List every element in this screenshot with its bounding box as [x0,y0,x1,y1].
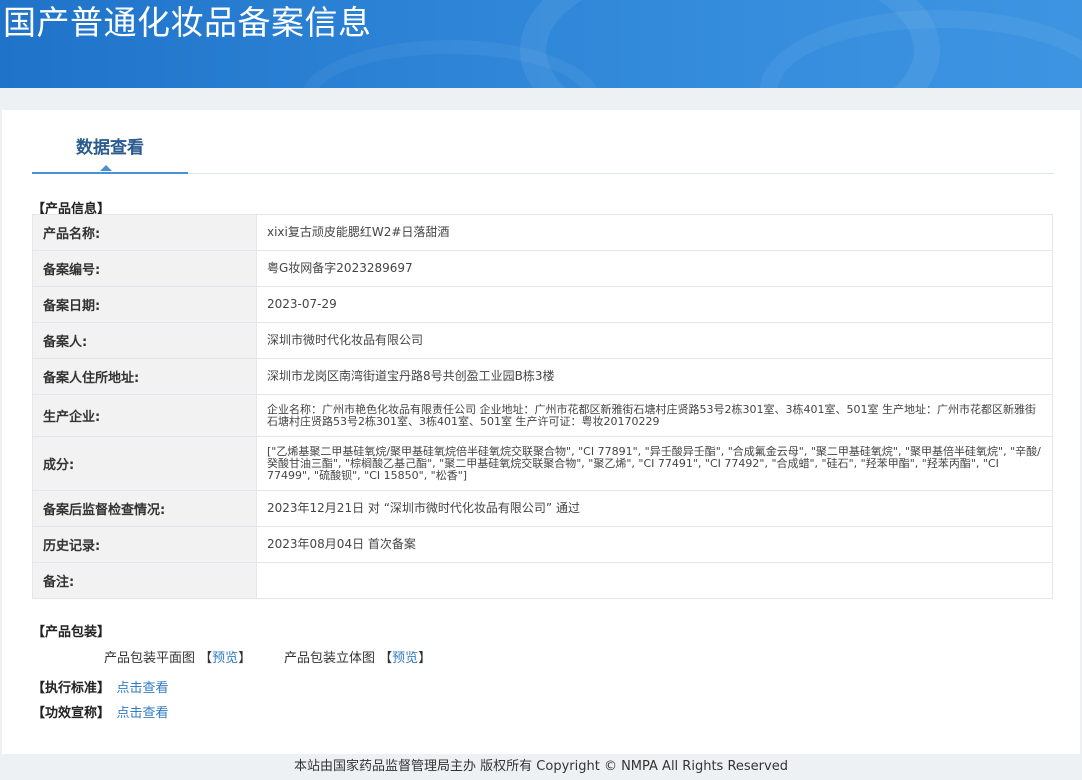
standards-label: 【执行标准】 [32,681,111,696]
content-panel: 数据查看 【产品信息】 产品名称: xixi复古顽皮能腮红W2#日落甜酒 备案编… [2,110,1080,754]
table-row: 生产企业: 企业名称：广州市艳色化妆品有限责任公司 企业地址：广州市花都区新雅街… [32,394,1053,437]
page-title: 国产普通化妆品备案信息 [3,3,372,42]
row-value: 深圳市龙岗区南湾街道宝丹路8号共创盈工业园B栋3楼 [256,358,1053,395]
tab-active-caret [100,165,112,171]
packaging-section-title: 【产品包装】 [32,625,111,640]
row-label: 备案日期: [32,286,257,323]
packaging-flat-label: 产品包装平面图 [104,651,196,666]
row-value: 2023年08月04日 首次备案 [256,526,1053,563]
efficacy-label: 【功效宣称】 [32,706,111,721]
tab-bar: 数据查看 [32,132,1054,174]
efficacy-section: 【功效宣称】 点击查看 [32,702,169,721]
row-label: 成分: [32,436,257,491]
row-value: xixi复古顽皮能腮红W2#日落甜酒 [256,214,1053,251]
table-row: 备案编号: 粤G妆网备字2023289697 [32,250,1053,287]
packaging-flat-item: 产品包装平面图 【预览】 [104,651,252,666]
table-row: 备案人: 深圳市微时代化妆品有限公司 [32,322,1053,359]
packaging-flat-preview-link[interactable]: 预览 [212,651,238,666]
table-row: 历史记录: 2023年08月04日 首次备案 [32,526,1053,563]
row-value: 粤G妆网备字2023289697 [256,250,1053,287]
packaging-stereo-item: 产品包装立体图 【预览】 [284,651,432,666]
packaging-stereo-label: 产品包装立体图 [284,651,376,666]
row-value: 企业名称：广州市艳色化妆品有限责任公司 企业地址：广州市花都区新雅街石塘村庄贤路… [256,394,1053,437]
header-banner: 国产普通化妆品备案信息 [0,0,1082,88]
product-info-table: 产品名称: xixi复古顽皮能腮红W2#日落甜酒 备案编号: 粤G妆网备字202… [32,214,1053,599]
row-value: 2023-07-29 [256,286,1053,323]
table-row: 备案后监督检查情况: 2023年12月21日 对 “深圳市微时代化妆品有限公司”… [32,490,1053,527]
row-label: 历史记录: [32,526,257,563]
row-value: 2023年12月21日 对 “深圳市微时代化妆品有限公司” 通过 [256,490,1053,527]
row-value: ["乙烯基聚二甲基硅氧烷/聚甲基硅氧烷倍半硅氧烷交联聚合物", "CI 7789… [256,436,1053,491]
packaging-stereo-preview-link[interactable]: 预览 [392,651,418,666]
row-value [256,562,1053,599]
table-row: 备案人住所地址: 深圳市龙岗区南湾街道宝丹路8号共创盈工业园B栋3楼 [32,358,1053,395]
row-label: 备注: [32,562,257,599]
table-row: 备案日期: 2023-07-29 [32,286,1053,323]
table-row: 备注: [32,562,1053,599]
row-label: 备案人: [32,322,257,359]
standards-view-link[interactable]: 点击查看 [117,681,169,696]
table-row: 成分: ["乙烯基聚二甲基硅氧烷/聚甲基硅氧烷倍半硅氧烷交联聚合物", "CI … [32,436,1053,491]
table-row: 产品名称: xixi复古顽皮能腮红W2#日落甜酒 [32,214,1053,251]
standards-section: 【执行标准】 点击查看 [32,677,169,696]
row-label: 备案编号: [32,250,257,287]
footer: 本站由国家药品监督管理局主办 版权所有 Copyright © NMPA All… [0,754,1082,779]
row-value: 深圳市微时代化妆品有限公司 [256,322,1053,359]
row-label: 备案人住所地址: [32,358,257,395]
row-label: 备案后监督检查情况: [32,490,257,527]
row-label: 生产企业: [32,394,257,437]
efficacy-view-link[interactable]: 点击查看 [117,706,169,721]
row-label: 产品名称: [32,214,257,251]
